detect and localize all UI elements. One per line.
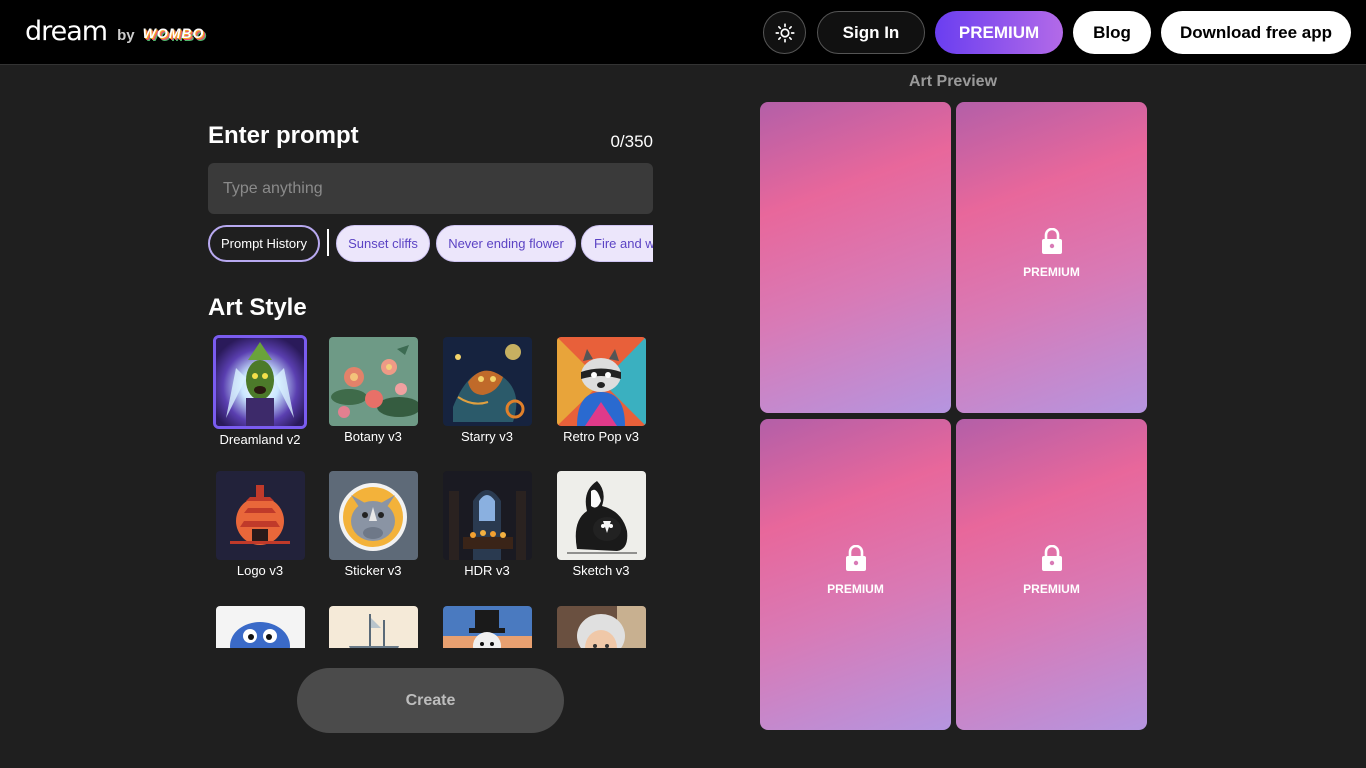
premium-lock: PREMIUM xyxy=(956,544,1147,596)
premium-label: PREMIUM xyxy=(827,582,884,596)
premium-lock: PREMIUM xyxy=(956,227,1147,279)
prompt-chips: Prompt History Sunset cliffs Never endin… xyxy=(208,224,653,264)
style-thumbnail xyxy=(328,471,418,560)
prompt-history-button[interactable]: Prompt History xyxy=(208,225,320,262)
style-label: Sticker v3 xyxy=(344,563,402,578)
premium-lock: PREMIUM xyxy=(760,544,951,596)
suggestion-chip[interactable]: Sunset cliffs xyxy=(336,225,430,262)
style-option[interactable] xyxy=(549,606,653,648)
preview-card-locked[interactable]: PREMIUM xyxy=(956,102,1147,413)
style-option-sketch[interactable]: Sketch v3 xyxy=(549,471,653,578)
wombo-logo: WOMBO xyxy=(142,25,205,41)
style-label: Logo v3 xyxy=(236,563,284,578)
prompt-input[interactable] xyxy=(208,163,653,214)
style-label: Botany v3 xyxy=(344,429,402,444)
style-label: Dreamland v2 xyxy=(219,432,301,447)
top-header: dream by WOMBO Sign In PREMIUM Blog Down… xyxy=(0,0,1366,65)
style-thumbnail xyxy=(328,606,418,648)
sign-in-button[interactable]: Sign In xyxy=(817,11,925,54)
blog-button[interactable]: Blog xyxy=(1073,11,1151,54)
logo-by-text: by xyxy=(117,27,135,44)
style-label: Retro Pop v3 xyxy=(563,429,639,444)
lock-icon xyxy=(845,544,866,571)
style-option-sticker[interactable]: Sticker v3 xyxy=(321,471,425,578)
style-thumbnail xyxy=(556,337,646,426)
prompt-title: Enter prompt xyxy=(208,122,359,149)
download-app-button[interactable]: Download free app xyxy=(1161,11,1351,54)
suggestion-chip[interactable]: Fire and w xyxy=(581,225,653,262)
style-label: Sketch v3 xyxy=(572,563,630,578)
premium-button[interactable]: PREMIUM xyxy=(935,11,1063,54)
logo-dream-text: dream xyxy=(25,16,108,47)
theme-toggle-button[interactable] xyxy=(763,11,806,54)
style-thumbnail xyxy=(213,335,307,429)
style-thumbnail xyxy=(556,606,646,648)
premium-label: PREMIUM xyxy=(1023,582,1080,596)
preview-card-locked[interactable]: PREMIUM xyxy=(760,419,951,730)
logo[interactable]: dream by WOMBO xyxy=(25,16,204,47)
art-style-title: Art Style xyxy=(208,294,307,321)
prompt-char-count: 0/350 xyxy=(610,132,653,151)
create-button[interactable]: Create xyxy=(297,668,564,733)
style-option[interactable] xyxy=(321,606,425,648)
style-option-botany[interactable]: Botany v3 xyxy=(321,337,425,444)
art-style-grid: Dreamland v2 Botany v3 Starry v3 Retro P… xyxy=(208,333,658,648)
style-option-hdr[interactable]: HDR v3 xyxy=(435,471,539,578)
style-label: Starry v3 xyxy=(460,429,513,444)
premium-label: PREMIUM xyxy=(1023,265,1080,279)
lock-icon xyxy=(1041,227,1062,254)
lock-icon xyxy=(1041,544,1062,571)
style-thumbnail xyxy=(442,337,532,426)
style-option[interactable] xyxy=(208,606,312,648)
style-option-dreamland[interactable]: Dreamland v2 xyxy=(208,335,312,447)
style-option[interactable] xyxy=(435,606,539,648)
style-label: HDR v3 xyxy=(464,563,510,578)
suggestion-chip[interactable]: Never ending flower xyxy=(436,225,576,262)
chip-divider xyxy=(327,229,329,256)
style-thumbnail xyxy=(328,337,418,426)
style-option-starry[interactable]: Starry v3 xyxy=(435,337,539,444)
style-option-logo[interactable]: Logo v3 xyxy=(208,471,312,578)
preview-card xyxy=(760,102,951,413)
sun-icon xyxy=(774,22,795,43)
style-thumbnail xyxy=(556,471,646,560)
style-option-retro-pop[interactable]: Retro Pop v3 xyxy=(549,337,653,444)
art-preview-title: Art Preview xyxy=(908,73,998,90)
style-thumbnail xyxy=(442,606,532,648)
style-thumbnail xyxy=(215,471,305,560)
style-thumbnail xyxy=(215,606,305,648)
preview-card-locked[interactable]: PREMIUM xyxy=(956,419,1147,730)
style-thumbnail xyxy=(442,471,532,560)
